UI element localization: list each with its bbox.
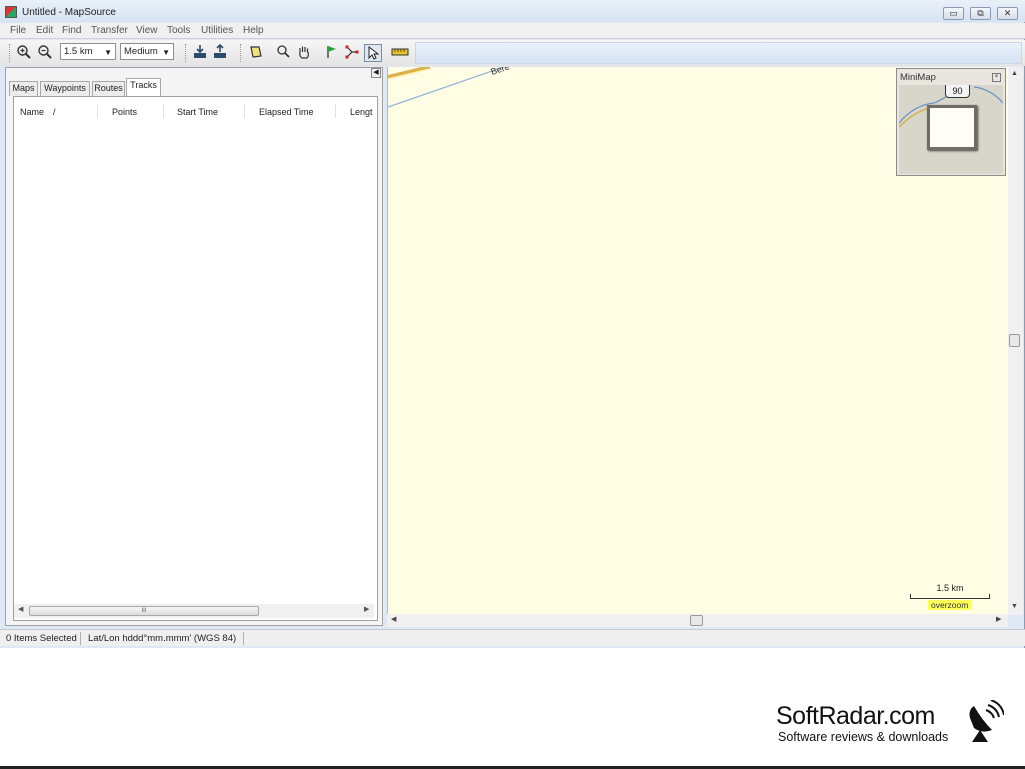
send-to-device-icon[interactable] — [211, 43, 229, 62]
menu-help[interactable]: Help — [243, 25, 264, 36]
tracks-list[interactable] — [13, 96, 378, 621]
column-header-name[interactable]: Name — [20, 104, 44, 120]
minimap-close-icon[interactable]: × — [992, 73, 1001, 82]
waypoint-flag-icon[interactable] — [323, 44, 341, 62]
zoom-scale-value: 1.5 km — [64, 46, 93, 57]
map-tool-icon[interactable] — [247, 44, 265, 62]
watermark-subtitle: Software reviews & downloads — [778, 730, 949, 744]
column-header-start-time[interactable]: Start Time — [177, 104, 218, 120]
column-divider[interactable] — [163, 104, 164, 118]
minimap-panel[interactable]: MiniMap × 90 — [896, 68, 1006, 176]
column-divider[interactable] — [97, 104, 98, 118]
detail-level-value: Medium — [124, 46, 158, 57]
scroll-up-icon[interactable]: ▲ — [1011, 70, 1018, 77]
selection-status: 0 Items Selected — [6, 633, 77, 644]
list-horizontal-scrollbar[interactable]: ◀ III ▶ — [14, 604, 374, 618]
scroll-down-icon[interactable]: ▼ — [1011, 603, 1018, 610]
toolbar-grip — [9, 44, 10, 62]
toolbar-empty-area — [415, 42, 1022, 64]
menu-view[interactable]: View — [136, 25, 158, 36]
overzoom-badge: overzoom — [928, 600, 972, 610]
scrollbar-thumb[interactable]: III — [29, 606, 259, 616]
column-divider[interactable] — [244, 104, 245, 118]
receive-from-device-icon[interactable] — [191, 44, 209, 62]
detail-level-select[interactable]: Medium ▼ — [120, 43, 174, 60]
minimap-title: MiniMap — [900, 72, 936, 83]
zoom-scale-select[interactable]: 1.5 km ▼ — [60, 43, 116, 60]
toolbar-separator — [185, 44, 186, 62]
mapsource-app-icon — [5, 6, 17, 18]
satellite-dish-icon — [969, 700, 1004, 742]
toolbar-separator — [240, 44, 241, 62]
status-bar: 0 Items Selected Lat/Lon hddd°mm.mmm' (W… — [0, 629, 1025, 646]
zoom-tool-icon[interactable] — [275, 44, 293, 62]
menu-transfer[interactable]: Transfer — [91, 25, 128, 36]
title-bar: Untitled - MapSource ▭ ⧉ ✕ — [0, 0, 1025, 22]
minimap-canvas[interactable]: 90 — [899, 85, 1003, 174]
menu-edit[interactable]: Edit — [36, 25, 53, 36]
column-header-length[interactable]: Lengt — [350, 104, 373, 120]
route-tool-icon[interactable] — [343, 44, 361, 62]
close-button[interactable]: ✕ — [997, 7, 1018, 20]
status-divider — [243, 632, 244, 645]
restore-button[interactable]: ⧉ — [970, 7, 991, 20]
status-divider — [80, 632, 81, 645]
toolbar: 1.5 km ▼ Medium ▼ — [0, 40, 1025, 66]
column-header-elapsed-time[interactable]: Elapsed Time — [259, 104, 314, 120]
scale-label: 1.5 km — [936, 583, 964, 593]
window-title: Untitled - MapSource — [22, 7, 116, 18]
menu-tools[interactable]: Tools — [167, 25, 190, 36]
tab-maps[interactable]: Maps — [9, 81, 38, 96]
selection-arrow-icon[interactable] — [364, 44, 382, 62]
chevron-down-icon: ▼ — [162, 48, 170, 57]
menu-file[interactable]: File — [10, 25, 26, 36]
chevron-down-icon: ▼ — [104, 48, 112, 57]
minimap-viewport-box[interactable] — [927, 105, 977, 150]
scrollbar-thumb[interactable] — [690, 615, 703, 626]
road-label: Bere — [490, 67, 511, 77]
scroll-right-icon[interactable]: ▶ — [364, 605, 369, 613]
tab-waypoints[interactable]: Waypoints — [40, 81, 90, 96]
map-horizontal-scrollbar[interactable]: ◀ ▶ — [387, 614, 1008, 627]
scrollbar-thumb[interactable] — [1009, 334, 1020, 347]
menu-find[interactable]: Find — [62, 25, 81, 36]
highway-shield: 90 — [945, 85, 970, 98]
minimize-button[interactable]: ▭ — [943, 7, 964, 20]
scroll-left-icon[interactable]: ◀ — [391, 615, 396, 623]
scale-bar — [910, 594, 990, 599]
position-format-status: Lat/Lon hddd°mm.mmm' (WGS 84) — [88, 633, 237, 644]
tab-routes[interactable]: Routes — [92, 81, 125, 96]
column-divider[interactable] — [335, 104, 336, 118]
scroll-left-icon[interactable]: ◀ — [18, 605, 23, 613]
column-header-points[interactable]: Points — [112, 104, 137, 120]
menu-bar: File Edit Find Transfer View Tools Utili… — [0, 23, 1025, 39]
scale-indicator: 1.5 km — [910, 583, 990, 599]
scroll-right-icon[interactable]: ▶ — [996, 615, 1001, 623]
zoom-in-icon[interactable] — [15, 44, 33, 62]
hand-pan-icon[interactable] — [295, 44, 313, 62]
collapse-panel-button[interactable]: ◀ — [371, 68, 381, 78]
tab-tracks[interactable]: Tracks — [126, 78, 161, 96]
map-vertical-scrollbar[interactable]: ▲ ▼ — [1008, 67, 1023, 615]
mapsource-window: Untitled - MapSource ▭ ⧉ ✕ File Edit Fin… — [0, 0, 1025, 648]
zoom-out-icon[interactable] — [36, 44, 54, 62]
menu-utilities[interactable]: Utilities — [201, 25, 233, 36]
sort-indicator: / — [53, 107, 56, 117]
measure-ruler-icon[interactable] — [391, 44, 409, 62]
watermark-title: SoftRadar.com — [776, 702, 935, 730]
